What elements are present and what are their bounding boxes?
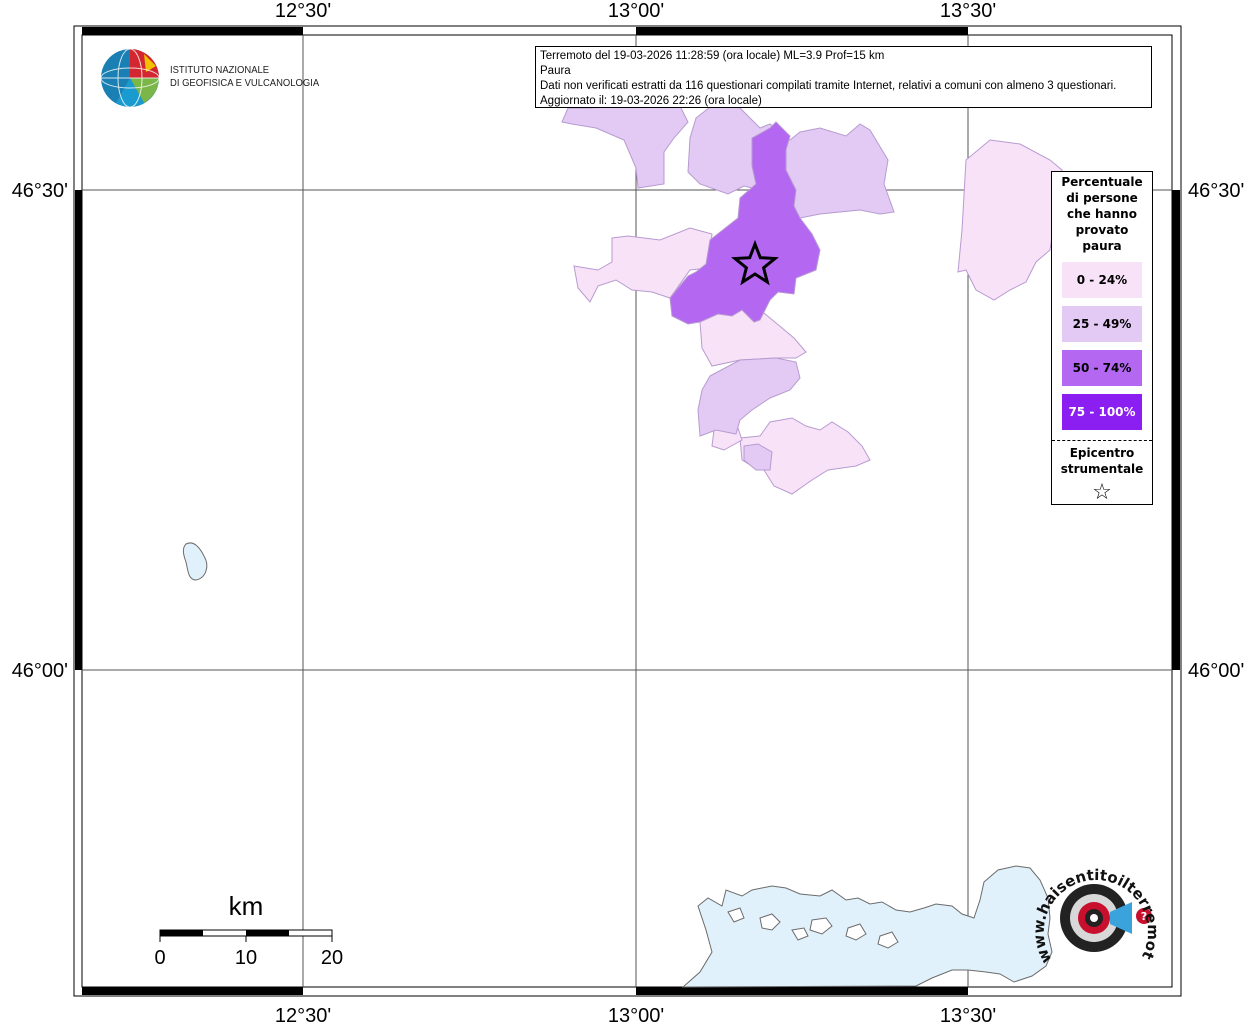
lon-tick-label: 13°00'	[608, 1005, 664, 1024]
info-box: Terremoto del 19-03-2026 11:28:59 (ora l…	[535, 46, 1152, 108]
updated-line: Aggiornato il: 19-03-2026 22:26 (ora loc…	[540, 95, 762, 107]
parameter-line: Paura	[540, 65, 571, 77]
scale-label: 10	[235, 947, 257, 969]
lat-tick-label: 46°30'	[12, 180, 68, 202]
scale-label: 20	[321, 947, 343, 969]
note-line: Dati non verificati estratti da 116 ques…	[540, 80, 1117, 92]
epicenter-legend-star-icon: ☆	[1092, 480, 1112, 505]
legend-class-25-49: 25 - 49%	[1062, 306, 1142, 342]
ingv-name-line: DI GEOFISICA E VULCANOLOGIA	[170, 77, 320, 89]
lon-tick-label: 13°30'	[940, 1005, 996, 1024]
legend: Percentuale di persone che hanno provato…	[1051, 171, 1153, 505]
legend-class-0-24: 0 - 24%	[1062, 262, 1142, 298]
legend-separator	[1052, 440, 1152, 441]
scale-unit: km	[229, 891, 264, 921]
hst-logo: ? www.haisentitoilterremoto.it	[1032, 856, 1162, 966]
legend-class-75-100: 75 - 100%	[1062, 394, 1142, 430]
lat-labels-right: 46°30' 46°00'	[1188, 180, 1244, 682]
epicenter-legend-title: Epicentro strumentale	[1060, 446, 1144, 476]
lon-tick-label: 12°30'	[275, 0, 331, 22]
lat-labels-left: 46°30' 46°00'	[12, 180, 68, 682]
legend-class-50-74: 50 - 74%	[1062, 350, 1142, 386]
lat-tick-label: 46°30'	[1188, 180, 1244, 202]
ingv-name-line: ISTITUTO NAZIONALE	[170, 64, 270, 76]
lat-tick-label: 46°00'	[12, 660, 68, 682]
legend-title: Percentuale di persone che hanno provato…	[1061, 175, 1143, 253]
lon-tick-label: 13°30'	[940, 0, 996, 22]
lat-tick-label: 46°00'	[1188, 660, 1244, 682]
lon-labels-bottom: 12°30' 13°00' 13°30'	[275, 1005, 996, 1024]
event-line: Terremoto del 19-03-2026 11:28:59 (ora l…	[540, 50, 885, 62]
lon-labels-top: 12°30' 13°00' 13°30'	[275, 0, 996, 22]
lon-tick-label: 12°30'	[275, 1005, 331, 1024]
lon-tick-label: 13°00'	[608, 0, 664, 22]
ingv-name: ISTITUTO NAZIONALE DI GEOFISICA E VULCAN…	[170, 64, 319, 90]
scale-label: 0	[154, 947, 165, 969]
